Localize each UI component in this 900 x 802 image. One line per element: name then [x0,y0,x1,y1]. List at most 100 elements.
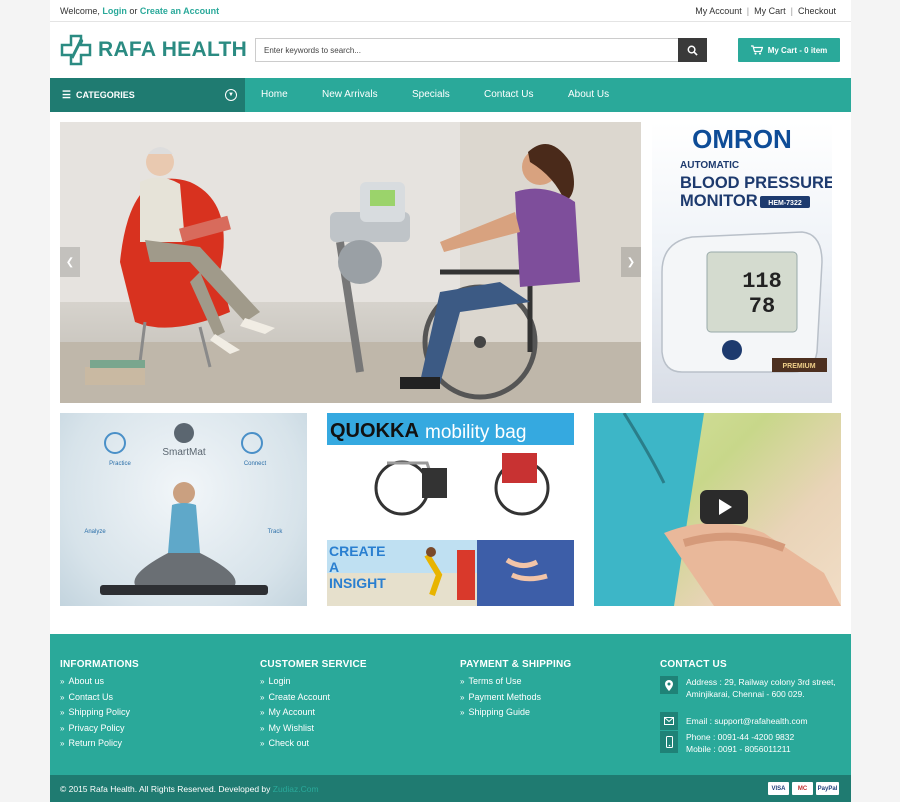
footer-link-my-account[interactable]: » My Account [260,707,367,723]
mastercard-icon: MC [792,782,813,795]
omron-line3: MONITOR [680,192,758,210]
contact-phone: Phone : 0091-44 -4200 9832 Mobile : 0091 … [660,731,794,755]
top-bar: Welcome, Login or Create an Account My A… [50,0,851,22]
visa-icon: VISA [768,782,789,795]
chevron-right-icon: » [60,739,65,748]
nav-about-us[interactable]: About Us [568,89,609,100]
footer-link-privacy[interactable]: » Privacy Policy [60,723,139,739]
footer-link-create-account[interactable]: » Create Account [260,692,367,708]
footer-link-shipping-guide[interactable]: » Shipping Guide [460,707,571,723]
omron-model: HEM-7322 [768,200,802,207]
footer-link-terms[interactable]: » Terms of Use [460,676,571,692]
nav-contact-us[interactable]: Contact Us [484,89,533,100]
welcome-text: Welcome, Login or Create an Account [60,6,219,16]
chevron-right-icon: » [260,708,265,717]
footer-link-wishlist[interactable]: » My Wishlist [260,723,367,739]
chevron-right-icon: » [260,692,265,702]
slider-next-button[interactable]: ❯ [621,247,641,277]
categories-label: CATEGORIES [75,90,135,100]
contact-address: Address : 29, Railway colony 3rd street,… [660,676,836,700]
login-link[interactable]: Login [102,6,127,16]
chevron-right-icon: » [260,677,265,686]
smartmat-connect: Connect [244,461,267,467]
footer-link-about[interactable]: » About us [60,676,139,692]
search-icon [687,45,698,56]
insight-image: CREATE A INSIGHT [327,540,574,606]
page: Welcome, Login or Create an Account My A… [50,0,851,802]
chevron-right-icon: » [60,692,65,702]
footer-link-shipping-policy[interactable]: » Shipping Policy [60,707,139,723]
smartmat-practice: Practice [109,461,131,467]
categories-menu[interactable]: ☰ CATEGORIES ▼ [50,78,245,112]
search-input[interactable] [256,39,676,61]
omron-line2: BLOOD PRESSURE [680,174,832,192]
quokka-banner[interactable]: QUOKKA mobility bag [327,413,574,520]
omron-brand: OMRON [692,124,792,154]
chevron-right-icon: » [60,677,65,686]
paypal-icon: PayPal [816,782,839,795]
search-box [255,38,707,62]
omron-line1: AUTOMATIC [680,160,739,171]
chevron-right-icon: » [460,692,465,702]
footer-heading: PAYMENT & SHIPPING [460,659,572,670]
logo-icon [60,34,92,66]
chevron-down-icon: ▼ [225,89,237,101]
phone-text: Phone : 0091-44 -4200 9832 [686,732,795,742]
logo[interactable]: RAFA HEALTH [60,33,247,67]
footer-link-contact[interactable]: » Contact Us [60,692,139,708]
smartmat-track: Track [268,529,284,535]
footer-contact: CONTACT US Address : 29, Railway colony … [660,659,845,754]
chevron-right-icon: ❯ [626,256,636,268]
hero-slider[interactable]: ❮ ❯ [60,122,641,403]
video-banner[interactable] [594,413,841,606]
nav-home[interactable]: Home [261,89,288,100]
footer-link-login[interactable]: » Login [260,676,367,692]
cart-icon [750,45,763,55]
omron-ad[interactable]: OMRON AUTOMATIC BLOOD PRESSURE MONITOR H… [652,122,832,403]
separator: | [746,6,750,16]
my-cart-link[interactable]: My Cart [754,6,786,16]
logo-text: RAFA HEALTH [98,38,248,61]
copyright-text: © 2015 Rafa Health. All Rights Reserved.… [60,784,319,794]
email-text[interactable]: Email : support@rafahealth.com [686,712,808,730]
smartmat-image: SmartMat Practice Connect Analyze Track [84,423,284,595]
play-button[interactable] [700,490,748,524]
developer-link[interactable]: Zudiaz.Com [273,784,319,794]
footer-link-payment-methods[interactable]: » Payment Methods [460,692,571,708]
or-text: or [129,6,138,16]
footer-link-checkout[interactable]: » Check out [260,738,367,754]
copyright-bar: © 2015 Rafa Health. All Rights Reserved.… [50,775,851,802]
create-account-link[interactable]: Create an Account [140,6,219,16]
omron-reading2: 78 [749,294,775,319]
search-button[interactable] [678,38,707,62]
mobile-text: Mobile : 0091 - 8056011211 [686,744,791,754]
footer-link-return[interactable]: » Return Policy [60,738,139,754]
slider-prev-button[interactable]: ❮ [60,247,80,277]
menu-icon: ☰ [62,89,71,101]
insight-banner[interactable]: CREATE A INSIGHT [327,540,574,606]
nav-new-arrivals[interactable]: New Arrivals [322,89,378,100]
smartmat-brand: SmartMat [162,447,206,458]
cart-button[interactable]: My Cart - 0 item [738,38,840,62]
nav-specials[interactable]: Specials [412,89,450,100]
account-links: My Account | My Cart | Checkout [695,6,836,16]
smartmat-banner[interactable]: SmartMat Practice Connect Analyze Track [60,413,307,606]
insight-line2: A [329,559,339,575]
quokka-brand: QUOKKA [330,420,419,442]
footer-customer-service: CUSTOMER SERVICE » Login » Create Account … [260,659,367,754]
checkout-link[interactable]: Checkout [798,6,836,16]
footer-heading: INFORMATIONS [60,659,139,670]
phone-icon [660,731,678,753]
chevron-right-icon: » [260,723,265,733]
omron-reading1: 118 [742,269,782,294]
hero-image [60,122,641,403]
chevron-right-icon: » [460,708,465,717]
quokka-tagline: mobility bag [425,422,526,443]
map-pin-icon [660,676,678,694]
chevron-left-icon: ❮ [65,256,75,268]
address-line1: Address : 29, Railway colony 3rd street, [686,677,836,687]
footer-informations: INFORMATIONS » About us » Contact Us » Ship… [60,659,139,754]
main-nav: ☰ CATEGORIES ▼ Home New Arrivals Special… [50,78,851,112]
quokka-image: QUOKKA mobility bag [327,413,574,516]
my-account-link[interactable]: My Account [695,6,742,16]
